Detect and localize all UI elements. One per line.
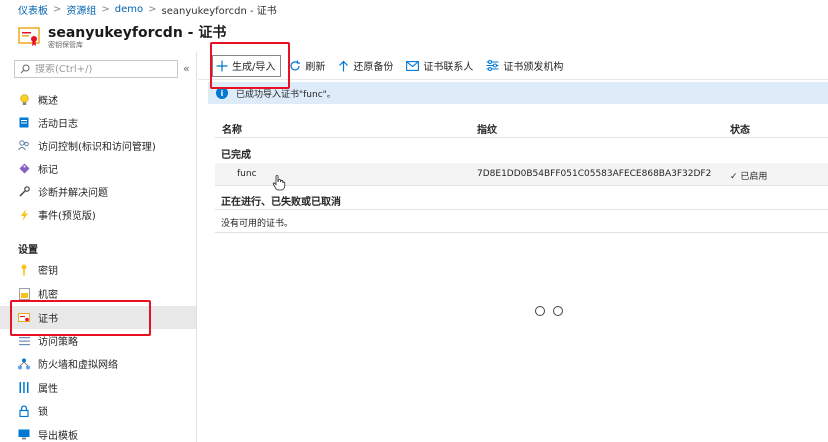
sidebar-item-certificates[interactable]: 证书 [0,306,196,329]
sidebar-item-label: 访问策略 [38,337,78,348]
sidebar-item-diagnose[interactable]: 诊断并解决问题 [0,180,196,203]
sidebar-item-label: 导出模板 [38,431,78,442]
tag-icon [18,163,30,175]
secret-icon [18,287,30,300]
collapse-sidebar-button[interactable]: « [183,62,190,75]
settings-section-label: 设置 [18,245,38,256]
sidebar-item-tags[interactable]: 标记 [0,157,196,180]
column-header-name[interactable]: 名称 [222,121,242,136]
column-header-thumbprint[interactable]: 指纹 [477,121,497,136]
plus-icon [216,60,228,72]
lightning-icon [18,208,30,221]
generate-import-button[interactable]: 生成/导入 [212,54,282,77]
refresh-icon [289,60,301,72]
restore-backup-button[interactable]: 还原备份 [338,55,393,77]
log-icon [18,117,30,129]
breadcrumb: 仪表板 > 资源组 > demo > seanyukeyforcdn - 证书 [18,2,277,17]
certificate-issuers-button[interactable]: 证书颁发机构 [486,55,563,77]
sidebar-item-secrets[interactable]: 机密 [0,282,196,305]
sidebar-item-label: 机密 [38,290,58,301]
hand-cursor-icon [272,175,286,191]
sidebar-item-label: 概述 [38,96,58,107]
sidebar-item-keys[interactable]: 密钥 [0,258,196,281]
table-row[interactable]: func 7D8E1DD0B54BFF051C05583AFECE868BA3F… [215,163,828,186]
command-bar: 生成/导入 刷新 还原备份 证书联系人 证书颁发机构 [198,52,828,80]
sidebar: « 概述 活动日志 访问控制(标识和访问管理) 标记 诊断并解决问题 事件(预览 [0,52,197,442]
search-input[interactable] [35,63,165,75]
sidebar-item-export-template[interactable]: 导出模板 [0,423,196,442]
sidebar-item-firewall[interactable]: 防火墙和虚拟网络 [0,352,196,375]
key-icon [18,264,30,276]
column-header-status[interactable]: 状态 [730,121,750,136]
cell-status: ✓ 已启用 [730,172,768,182]
breadcrumb-dashboard[interactable]: 仪表板 [18,2,48,17]
sidebar-item-label: 属性 [38,384,58,395]
table-header: 名称 指纹 状态 [215,116,828,138]
sidebar-item-access-control[interactable]: 访问控制(标识和访问管理) [0,134,196,157]
sliders-icon [486,60,499,71]
certificate-icon [18,312,30,324]
loading-indicator [535,306,571,316]
people-icon [18,140,30,152]
blade-header: seanyukeyforcdn - 证书 密钥保管库 [0,18,828,52]
info-icon: i [216,87,228,99]
mail-icon [406,60,420,71]
page-subtitle: 密钥保管库 [48,41,83,49]
sidebar-search [14,60,178,78]
loading-dot-icon [553,306,563,316]
sidebar-item-label: 密钥 [38,266,58,277]
breadcrumb-demo[interactable]: demo [115,4,143,15]
sidebar-item-label: 事件(预览版) [38,211,96,222]
sidebar-item-events[interactable]: 事件(预览版) [0,203,196,226]
sidebar-item-properties[interactable]: 属性 [0,376,196,399]
certificate-resource-icon [18,27,40,46]
search-icon [20,64,30,74]
sidebar-item-label: 证书 [38,314,58,325]
certificate-contacts-button[interactable]: 证书联系人 [406,55,473,77]
page-title: seanyukeyforcdn - 证书 [48,25,227,41]
upload-arrow-icon [338,60,349,72]
sidebar-item-activity-log[interactable]: 活动日志 [0,111,196,134]
sidebar-item-label: 防火墙和虚拟网络 [38,360,118,371]
cell-name[interactable]: func [237,169,257,179]
template-icon [18,429,30,441]
cell-thumbprint: 7D8E1DD0B54BFF051C05583AFECE868BA3F32DF2 [477,169,712,179]
group-label-completed: 已完成 [221,150,251,161]
empty-list-message: 没有可用的证书。 [221,219,294,229]
banner-text: 已成功导入证书"func"。 [236,89,336,100]
sidebar-item-overview[interactable]: 概述 [0,88,196,111]
lock-icon [18,404,30,417]
network-icon [18,358,30,370]
sidebar-item-label: 访问控制(标识和访问管理) [38,142,156,153]
sidebar-item-label: 诊断并解决问题 [38,188,108,199]
group-label-in-progress: 正在进行、已失败或已取消 [221,197,341,208]
sidebar-item-access-policies[interactable]: 访问策略 [0,329,196,352]
sidebar-item-label: 标记 [38,165,58,176]
properties-icon [18,382,30,394]
sidebar-item-label: 活动日志 [38,119,78,130]
loading-dot-icon [535,306,545,316]
sidebar-item-locks[interactable]: 锁 [0,399,196,422]
lightbulb-icon [18,93,30,106]
policy-icon [18,335,30,347]
wrench-icon [18,186,30,198]
breadcrumb-resource-groups[interactable]: 资源组 [66,2,96,17]
breadcrumb-current: seanyukeyforcdn - 证书 [161,5,277,17]
refresh-button[interactable]: 刷新 [289,55,325,77]
sidebar-item-label: 锁 [38,407,48,418]
success-notification-banner: i 已成功导入证书"func"。 [208,82,828,104]
